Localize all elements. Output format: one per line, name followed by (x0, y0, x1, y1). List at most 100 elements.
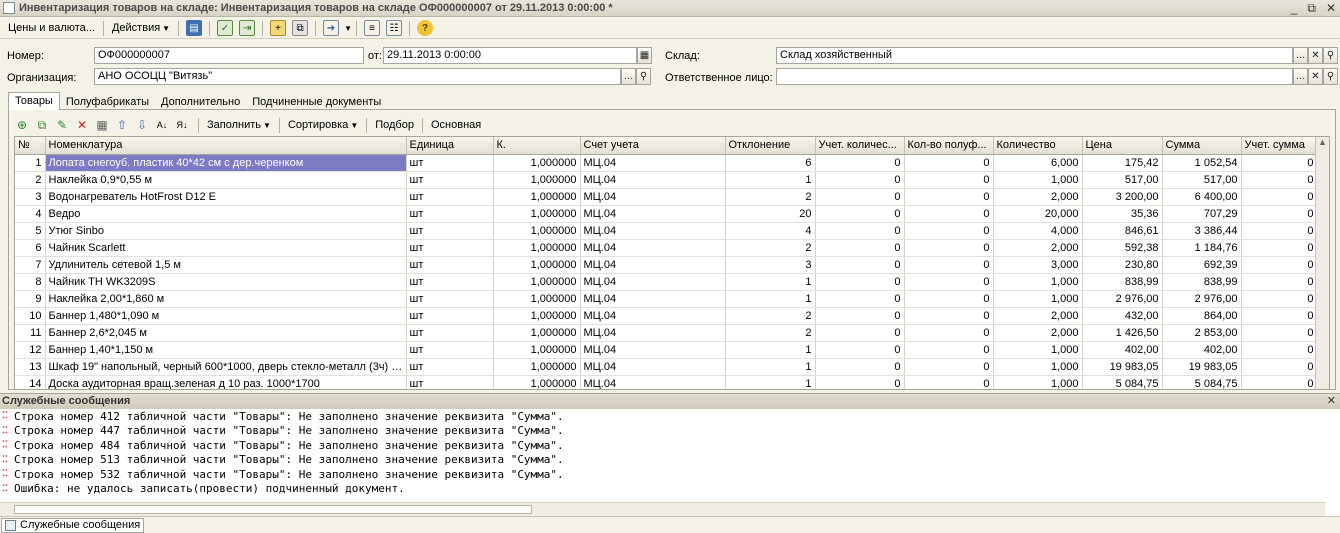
table-cell[interactable]: 864,00 (1162, 307, 1242, 325)
table-cell[interactable]: 14 (15, 375, 46, 389)
table-cell[interactable]: 838,99 (1162, 273, 1242, 291)
table-cell[interactable]: 1,000000 (493, 273, 581, 291)
table-cell[interactable]: МЦ.04 (580, 171, 726, 189)
table-row[interactable]: 4 Ведро шт 1,000000 МЦ.04 20 0 0 20,000 35,36 707,… (15, 205, 1318, 223)
table-cell[interactable]: 0 (904, 154, 994, 172)
warehouse-field[interactable]: Склад хозяйственный (776, 47, 1293, 64)
table-cell[interactable]: 0 (904, 273, 994, 291)
message-line[interactable]: ⁚⁚ Строка номер 447 табличной части "Това… (0, 424, 1340, 439)
minimize-button[interactable]: _ (1291, 1, 1298, 16)
table-row[interactable]: 14 Доска аудиторная вращ.зеленая д 10 раз… (15, 375, 1318, 389)
table-cell[interactable]: 1 (15, 154, 46, 172)
table-cell[interactable]: 6 (725, 154, 816, 172)
table-cell[interactable]: 0 (904, 375, 994, 389)
column-header[interactable]: Номенклатура (45, 137, 407, 155)
column-header[interactable]: Сумма (1162, 137, 1242, 155)
table-cell[interactable]: МЦ.04 (580, 239, 726, 257)
column-header[interactable]: Счет учета (580, 137, 726, 155)
table-cell[interactable]: 0 (1241, 222, 1318, 240)
help-icon[interactable]: ? (417, 20, 434, 36)
table-cell[interactable]: 592,38 (1082, 239, 1163, 257)
post-document-icon[interactable]: ✓ (217, 20, 234, 36)
scroll-up-icon[interactable]: ▲ (1316, 137, 1329, 151)
table-cell[interactable]: шт (406, 307, 494, 325)
table-cell[interactable]: 432,00 (1082, 307, 1163, 325)
table-row[interactable]: 7 Удлинитель сетевой 1,5 м шт 1,000000 МЦ.04… (15, 256, 1318, 274)
table-cell[interactable]: шт (406, 222, 494, 240)
table-cell[interactable]: 517,00 (1162, 171, 1242, 189)
table-cell[interactable]: 692,39 (1162, 256, 1242, 274)
copy-row-icon[interactable]: ⧉ (34, 117, 50, 133)
edit-row-icon[interactable]: ✎ (54, 117, 70, 133)
add-row-icon[interactable]: ⊕ (14, 117, 30, 133)
table-cell[interactable]: 6 400,00 (1162, 188, 1242, 206)
chevron-down-icon[interactable]: ▼ (344, 24, 352, 33)
table-cell[interactable]: 0 (1241, 324, 1318, 342)
table-cell[interactable]: 2,000 (993, 324, 1083, 342)
table-cell[interactable]: 2,000 (993, 307, 1083, 325)
table-cell[interactable]: 12 (15, 341, 46, 359)
open-search-icon[interactable]: ⚲ (1323, 47, 1338, 64)
table-cell[interactable]: 0 (815, 341, 905, 359)
table-cell[interactable]: 5 084,75 (1082, 375, 1163, 389)
table-cell[interactable]: 0 (1241, 205, 1318, 223)
table-cell[interactable]: 0 (815, 307, 905, 325)
table-cell[interactable]: 4 (725, 222, 816, 240)
table-cell[interactable]: 0 (1241, 375, 1318, 389)
prices-currency-button[interactable]: Цены и валюта... (4, 19, 99, 37)
table-cell[interactable]: шт (406, 154, 494, 172)
open-search-icon[interactable]: ⚲ (636, 68, 651, 85)
date-field[interactable]: 29.11.2013 0:00:00 (383, 47, 637, 64)
delete-row-icon[interactable]: ✕ (74, 117, 90, 133)
table-cell[interactable]: 0 (815, 358, 905, 376)
table-cell[interactable]: 0 (815, 239, 905, 257)
table-cell[interactable]: 2 976,00 (1162, 290, 1242, 308)
table-cell[interactable]: 1 426,50 (1082, 324, 1163, 342)
table-cell[interactable]: 0 (815, 205, 905, 223)
table-cell[interactable]: 175,42 (1082, 154, 1163, 172)
table-row[interactable]: 8 Чайник TH WK3209S шт 1,000000 МЦ.04 1 0 0 1,00… (15, 273, 1318, 291)
table-cell[interactable]: Доска аудиторная вращ.зеленая д 10 раз. … (45, 375, 407, 389)
table-cell[interactable]: МЦ.04 (580, 375, 726, 389)
table-cell[interactable]: 0 (815, 256, 905, 274)
table-cell[interactable]: шт (406, 341, 494, 359)
table-cell[interactable]: 0 (1241, 358, 1318, 376)
restore-button[interactable]: ⧉ (1307, 1, 1316, 16)
table-row[interactable]: 3 Водонагреватель HotFrost D12 Eшт 1,00000… (15, 188, 1318, 206)
move-down-icon[interactable]: ⇩ (134, 117, 150, 133)
tab-goods[interactable]: Товары (8, 92, 60, 110)
table-cell[interactable]: 0 (815, 375, 905, 389)
scrollbar-thumb[interactable] (14, 505, 532, 514)
table-cell[interactable]: 0 (904, 205, 994, 223)
table-cell[interactable]: 3 200,00 (1082, 188, 1163, 206)
table-row[interactable]: 10 Баннер 1,480*1,090 м шт 1,000000 МЦ.04 2 0 0… (15, 307, 1318, 325)
table-cell[interactable]: 0 (1241, 154, 1318, 172)
table-cell[interactable]: 1,000 (993, 358, 1083, 376)
close-button[interactable]: ✕ (1326, 1, 1336, 16)
table-cell[interactable]: шт (406, 205, 494, 223)
main-button[interactable]: Основная (427, 116, 485, 134)
table-cell[interactable]: 20,000 (993, 205, 1083, 223)
column-header[interactable]: Цена (1082, 137, 1163, 155)
table-cell[interactable]: 1,000000 (493, 307, 581, 325)
fill-menu-button[interactable]: Заполнить ▼ (203, 116, 275, 134)
table-row[interactable]: 12 Баннер 1,40*1,150 м шт 1,000000 МЦ.04 1 0 0 1… (15, 341, 1318, 359)
table-cell[interactable]: 20 (725, 205, 816, 223)
table-cell[interactable]: 1,000000 (493, 324, 581, 342)
number-field[interactable]: ОФ000000007 (94, 47, 364, 64)
message-line[interactable]: ⁚⁚ Строка номер 484 табличной части "Това… (0, 438, 1340, 453)
table-cell[interactable]: Водонагреватель HotFrost D12 E (45, 188, 407, 206)
table-cell[interactable]: 3 (725, 256, 816, 274)
open-search-icon[interactable]: ⚲ (1323, 68, 1338, 85)
table-cell[interactable]: шт (406, 273, 494, 291)
table-cell[interactable]: 1,000 (993, 375, 1083, 389)
table-cell[interactable]: 5 084,75 (1162, 375, 1242, 389)
organization-field[interactable]: АНО ОСОЦЦ "Витязь" (94, 68, 621, 85)
clear-icon[interactable]: ✕ (1308, 68, 1323, 85)
table-row[interactable]: 9 Наклейка 2,00*1,860 м шт 1,000000 МЦ.04 1 0 0… (15, 290, 1318, 308)
table-cell[interactable]: МЦ.04 (580, 358, 726, 376)
table-cell[interactable]: Утюг Sinbo (45, 222, 407, 240)
table-cell[interactable]: 4 (15, 205, 46, 223)
table-cell[interactable]: шт (406, 290, 494, 308)
table-cell[interactable]: 1 (725, 171, 816, 189)
